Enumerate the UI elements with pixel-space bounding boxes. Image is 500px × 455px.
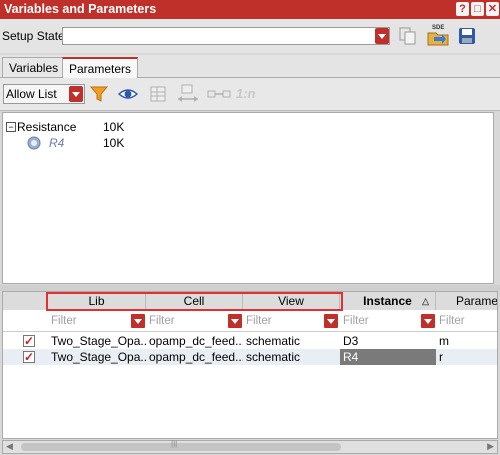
tab-parameters[interactable]: Parameters [62,57,139,78]
parameter-tree: − Resistance 10K R4 10K [2,112,494,284]
tree-row-value: 10K [103,120,125,134]
instance-grid: Lib Cell View Instance △ Parame Filter F… [2,291,498,439]
svg-text:SDE: SDE [432,25,444,31]
cell-cell: opamp_dc_feed... [149,334,243,348]
show-eye-icon[interactable] [117,84,139,104]
scrollbar-grip: ||| [171,439,178,448]
row-checkbox[interactable] [23,349,35,365]
cell-cell: opamp_dc_feed... [149,350,243,364]
filter-funnel-icon[interactable] [89,84,109,104]
save-icon[interactable] [457,26,477,46]
load-sde-icon[interactable]: SDE [426,23,450,47]
filter-lib-input[interactable]: Filter [48,312,130,330]
cell-view: schematic [246,334,301,348]
header-instance[interactable]: Instance △ [340,292,436,310]
filter-instance-input[interactable]: Filter [340,312,422,330]
tree-row-value: 10K [103,136,125,150]
tab-variables[interactable]: Variables [2,57,66,77]
window-title: Variables and Parameters [4,2,157,16]
filter-instance-dropdown-icon[interactable] [421,314,435,328]
cell-instance: D3 [343,334,359,348]
filter-view-dropdown-icon[interactable] [324,314,338,328]
collapse-icon[interactable]: − [6,122,16,132]
restore-icon[interactable]: □ [471,2,484,16]
highlight-annotation [46,292,343,311]
tree-row-name: R4 [49,136,65,150]
header-parameter[interactable]: Parame [436,292,497,310]
setup-state-row: Setup State: SDE [0,19,500,53]
cell-lib: Two_Stage_Opa... [51,350,146,364]
close-icon[interactable]: ✕ [486,2,499,16]
scroll-left-icon[interactable]: ◀ [6,441,13,452]
filter-cell-input[interactable]: Filter [146,312,228,330]
title-bar: Variables and Parameters ? □ ✕ [0,0,500,19]
filter-mode-value: Allow List [6,87,57,101]
setup-state-label: Setup State: [2,29,69,43]
sweep-range-icon[interactable] [176,84,200,104]
tree-row-resistance[interactable]: − Resistance 10K [3,119,493,135]
one-to-n-button[interactable]: 1:n [236,86,256,101]
sort-ascending-icon: △ [422,296,429,306]
filter-view-input[interactable]: Filter [243,312,325,330]
filter-mode-dropdown-icon[interactable] [69,86,83,102]
tree-row-name: Resistance [17,120,77,134]
cell-parameter: r [439,350,443,364]
filter-parameter-input[interactable]: Filter [436,312,496,330]
row-checkbox[interactable] [23,333,35,349]
scrollbar-thumb[interactable]: ||| [21,439,341,451]
header-checkbox-column [3,292,48,310]
scroll-right-icon[interactable]: ▶ [487,441,494,452]
filter-lib-dropdown-icon[interactable] [131,314,145,328]
table-row[interactable]: Two_Stage_Opa... opamp_dc_feed... schema… [3,333,497,349]
instance-icon [27,136,41,154]
tree-row-r4[interactable]: R4 10K [3,135,493,151]
filter-cell-dropdown-icon[interactable] [228,314,242,328]
copy-setup-icon[interactable] [398,26,418,46]
filter-mode-select[interactable]: Allow List [3,84,85,104]
setup-state-dropdown-icon[interactable] [375,28,389,44]
cell-view: schematic [246,350,301,364]
horizontal-scrollbar[interactable]: ◀ ||| ▶ [2,439,498,454]
parameters-toolbar: Allow List 1:n [0,78,500,111]
setup-state-combo[interactable] [62,27,390,45]
table-view-icon[interactable] [148,84,168,104]
cell-lib: Two_Stage_Opa... [51,334,146,348]
table-row[interactable]: Two_Stage_Opa... opamp_dc_feed... schema… [3,349,497,365]
tab-bar: Variables Parameters [0,55,500,78]
help-icon[interactable]: ? [456,2,469,16]
cell-instance: R4 [340,349,436,365]
row-divider [3,331,497,332]
link-parameters-icon[interactable] [207,84,231,104]
cell-parameter: m [439,334,449,348]
header-instance-label: Instance [363,294,412,308]
